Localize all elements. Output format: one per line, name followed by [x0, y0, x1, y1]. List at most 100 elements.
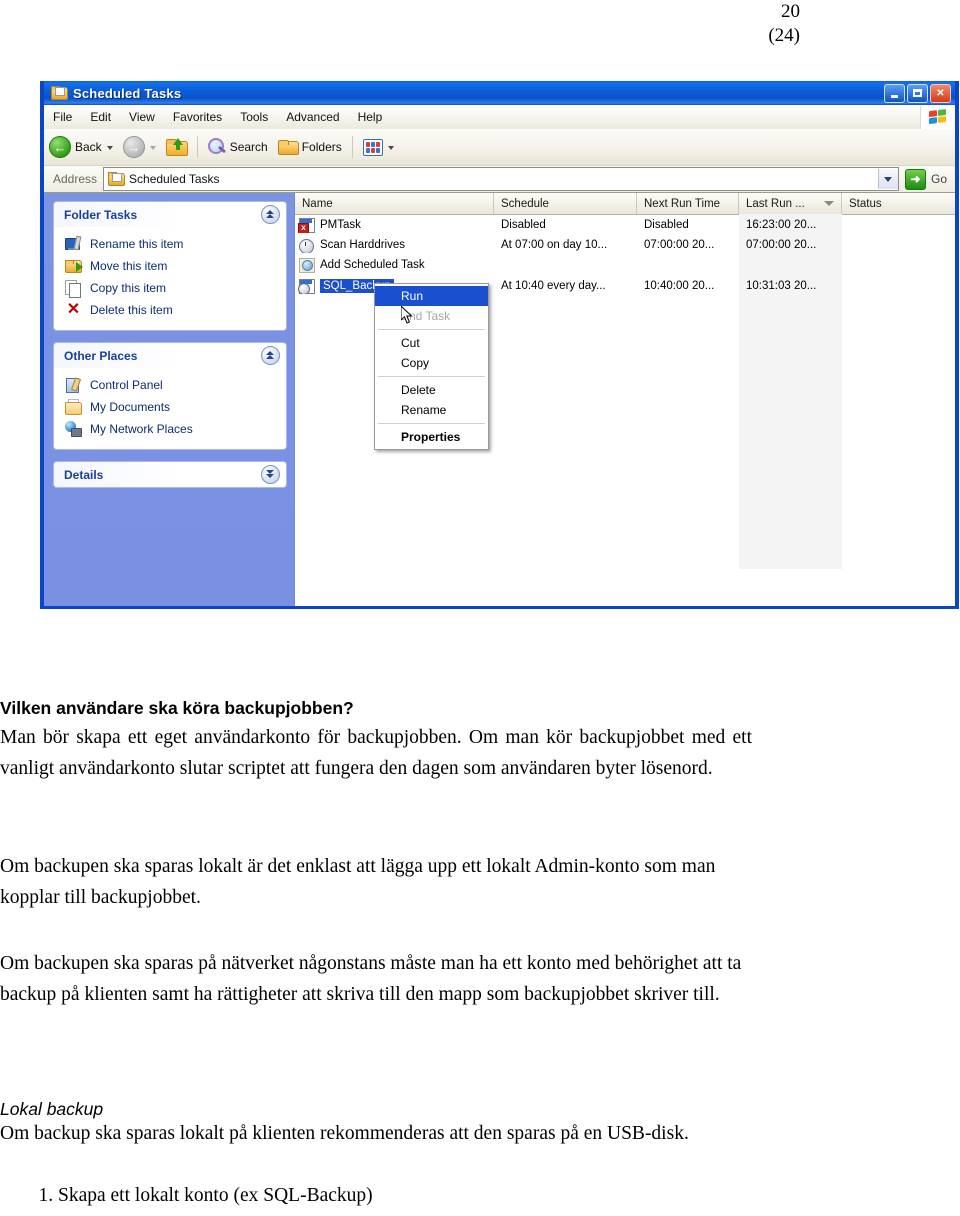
- chevron-down-icon[interactable]: [261, 465, 280, 484]
- go-button[interactable]: ➜ Go: [899, 168, 955, 190]
- back-button[interactable]: ← Back: [44, 132, 118, 162]
- cell-next-run-time: 10:40:00 20...: [644, 280, 715, 292]
- task-pane-sidebar: Folder Tasks Rename this item Move this …: [44, 193, 295, 606]
- sql-backup-icon: [298, 278, 315, 294]
- cell-name[interactable]: x PMTask: [295, 217, 494, 233]
- panel-details: Details: [54, 462, 286, 487]
- move-icon: [65, 258, 83, 274]
- sidebar-item-move-this-item[interactable]: Move this item: [54, 255, 286, 277]
- context-menu-item-end-task: End Task: [401, 309, 451, 323]
- search-button[interactable]: Search: [203, 132, 273, 162]
- context-menu-item-properties[interactable]: Properties: [375, 427, 488, 447]
- sidebar-item-label: Copy this item: [90, 281, 167, 295]
- context-menu-separator: [378, 423, 485, 424]
- column-header-last-run-time[interactable]: Last Run ...: [739, 193, 842, 214]
- sidebar-item-label: My Documents: [90, 400, 171, 414]
- sidebar-item-copy-this-item[interactable]: Copy this item: [54, 277, 286, 299]
- cell-name[interactable]: Scan Harddrives: [295, 238, 494, 253]
- menu-item-advanced[interactable]: Advanced: [277, 108, 348, 126]
- menu-item-file[interactable]: File: [44, 108, 81, 126]
- folders-icon: [277, 139, 299, 155]
- minimize-button[interactable]: [884, 83, 905, 103]
- file-name: Scan Harddrives: [320, 239, 406, 251]
- cell-name[interactable]: Add Scheduled Task: [295, 257, 494, 273]
- menu-item-edit[interactable]: Edit: [81, 108, 120, 126]
- panel-other-places-header[interactable]: Other Places: [54, 343, 286, 368]
- column-header-schedule[interactable]: Schedule: [494, 193, 637, 214]
- toolbar-separator-2: [351, 136, 353, 158]
- panel-details-title: Details: [64, 467, 104, 482]
- cell-last-run-time: 10:31:03 20...: [746, 280, 817, 292]
- sidebar-item-label: Move this item: [90, 259, 168, 273]
- sidebar-item-delete-this-item[interactable]: ✕ Delete this item: [54, 299, 286, 321]
- address-folder-icon: [108, 172, 126, 186]
- add-scheduled-task-icon: [299, 257, 315, 273]
- context-menu-item-copy[interactable]: Copy: [375, 353, 488, 373]
- folders-label: Folders: [301, 140, 342, 154]
- panel-other-places: Other Places Control Panel My Documents: [54, 343, 286, 449]
- copy-icon: [65, 280, 82, 298]
- forward-button[interactable]: →: [118, 132, 161, 162]
- table-row[interactable]: Scan Harddrives At 07:00 on day 10... 07…: [295, 235, 955, 255]
- page-title: Vilken användare ska köra backupjobben?: [0, 698, 354, 718]
- views-button[interactable]: [358, 132, 399, 162]
- sidebar-item-label: Rename this item: [90, 237, 184, 251]
- chevron-up-icon[interactable]: [261, 346, 280, 365]
- column-header-next-run-time[interactable]: Next Run Time: [637, 193, 739, 214]
- forward-arrow-icon: →: [122, 136, 145, 158]
- window-body: Folder Tasks Rename this item Move this …: [44, 193, 955, 606]
- go-label: Go: [930, 172, 947, 186]
- cell-schedule: At 10:40 every day...: [501, 280, 606, 292]
- address-dropdown-button[interactable]: [877, 169, 898, 189]
- context-menu-separator: [378, 376, 485, 377]
- back-dropdown-caret-icon[interactable]: [106, 146, 113, 150]
- window-titlebar[interactable]: Scheduled Tasks ✕: [44, 81, 955, 105]
- panel-other-places-body: Control Panel My Documents My Network Pl…: [54, 368, 286, 449]
- panel-folder-tasks-header[interactable]: Folder Tasks: [54, 202, 286, 227]
- paragraph-4: Om backup ska sparas lokalt på klienten …: [0, 1123, 689, 1144]
- address-value: Scheduled Tasks: [129, 172, 220, 186]
- page-number-header: 20 (24): [0, 0, 960, 48]
- sidebar-item-my-network-places[interactable]: My Network Places: [54, 418, 286, 440]
- control-panel-icon: [65, 377, 82, 393]
- folder-up-icon: [165, 138, 188, 156]
- folders-button[interactable]: Folders: [273, 132, 347, 162]
- scheduled-tasks-window: Scheduled Tasks ✕ File Edit View Favorit…: [40, 81, 959, 609]
- column-header-last-run-time-label: Last Run ...: [746, 197, 805, 210]
- sidebar-item-control-panel[interactable]: Control Panel: [54, 374, 286, 396]
- go-arrow-icon: ➜: [904, 168, 926, 190]
- file-name: Add Scheduled Task: [320, 259, 425, 271]
- views-icon: [362, 138, 383, 156]
- menu-item-favorites[interactable]: Favorites: [164, 108, 231, 126]
- menu-item-view[interactable]: View: [120, 108, 164, 126]
- column-header-status[interactable]: Status: [842, 193, 955, 214]
- menu-item-tools[interactable]: Tools: [231, 108, 277, 126]
- address-label: Address: [53, 172, 98, 186]
- context-menu: Run End Task Cut Copy Delete Rename Prop…: [374, 283, 489, 450]
- toolbar: ← Back → Search Folders: [44, 129, 955, 166]
- up-one-level-button[interactable]: [161, 132, 192, 162]
- search-label: Search: [229, 140, 268, 154]
- table-row[interactable]: Add Scheduled Task: [295, 255, 955, 275]
- column-header-name[interactable]: Name: [295, 193, 494, 214]
- embedded-screenshot: Scheduled Tasks ✕ File Edit View Favorit…: [40, 81, 959, 609]
- views-dropdown-caret-icon[interactable]: [387, 146, 394, 150]
- search-icon: [207, 138, 226, 156]
- context-menu-item-rename[interactable]: Rename: [375, 400, 488, 420]
- menu-item-help[interactable]: Help: [349, 108, 392, 126]
- my-documents-icon: [65, 399, 82, 415]
- sidebar-item-rename-this-item[interactable]: Rename this item: [54, 233, 286, 255]
- panel-details-header[interactable]: Details: [54, 462, 286, 487]
- context-menu-item-delete[interactable]: Delete: [375, 380, 488, 400]
- address-input[interactable]: Scheduled Tasks: [103, 167, 899, 191]
- context-menu-item-cut[interactable]: Cut: [375, 333, 488, 353]
- numbered-list: Skapa ett lokalt konto (ex SQL-Backup): [0, 1180, 373, 1211]
- close-button[interactable]: ✕: [930, 83, 951, 103]
- menu-bar: File Edit View Favorites Tools Advanced …: [44, 105, 955, 130]
- sidebar-item-my-documents[interactable]: My Documents: [54, 396, 286, 418]
- context-menu-item-run[interactable]: Run: [375, 286, 488, 306]
- maximize-button[interactable]: [907, 83, 928, 103]
- table-row[interactable]: x PMTask Disabled Disabled 16:23:00 20..…: [295, 215, 955, 235]
- chevron-up-icon[interactable]: [261, 205, 280, 224]
- window-title: Scheduled Tasks: [73, 85, 182, 101]
